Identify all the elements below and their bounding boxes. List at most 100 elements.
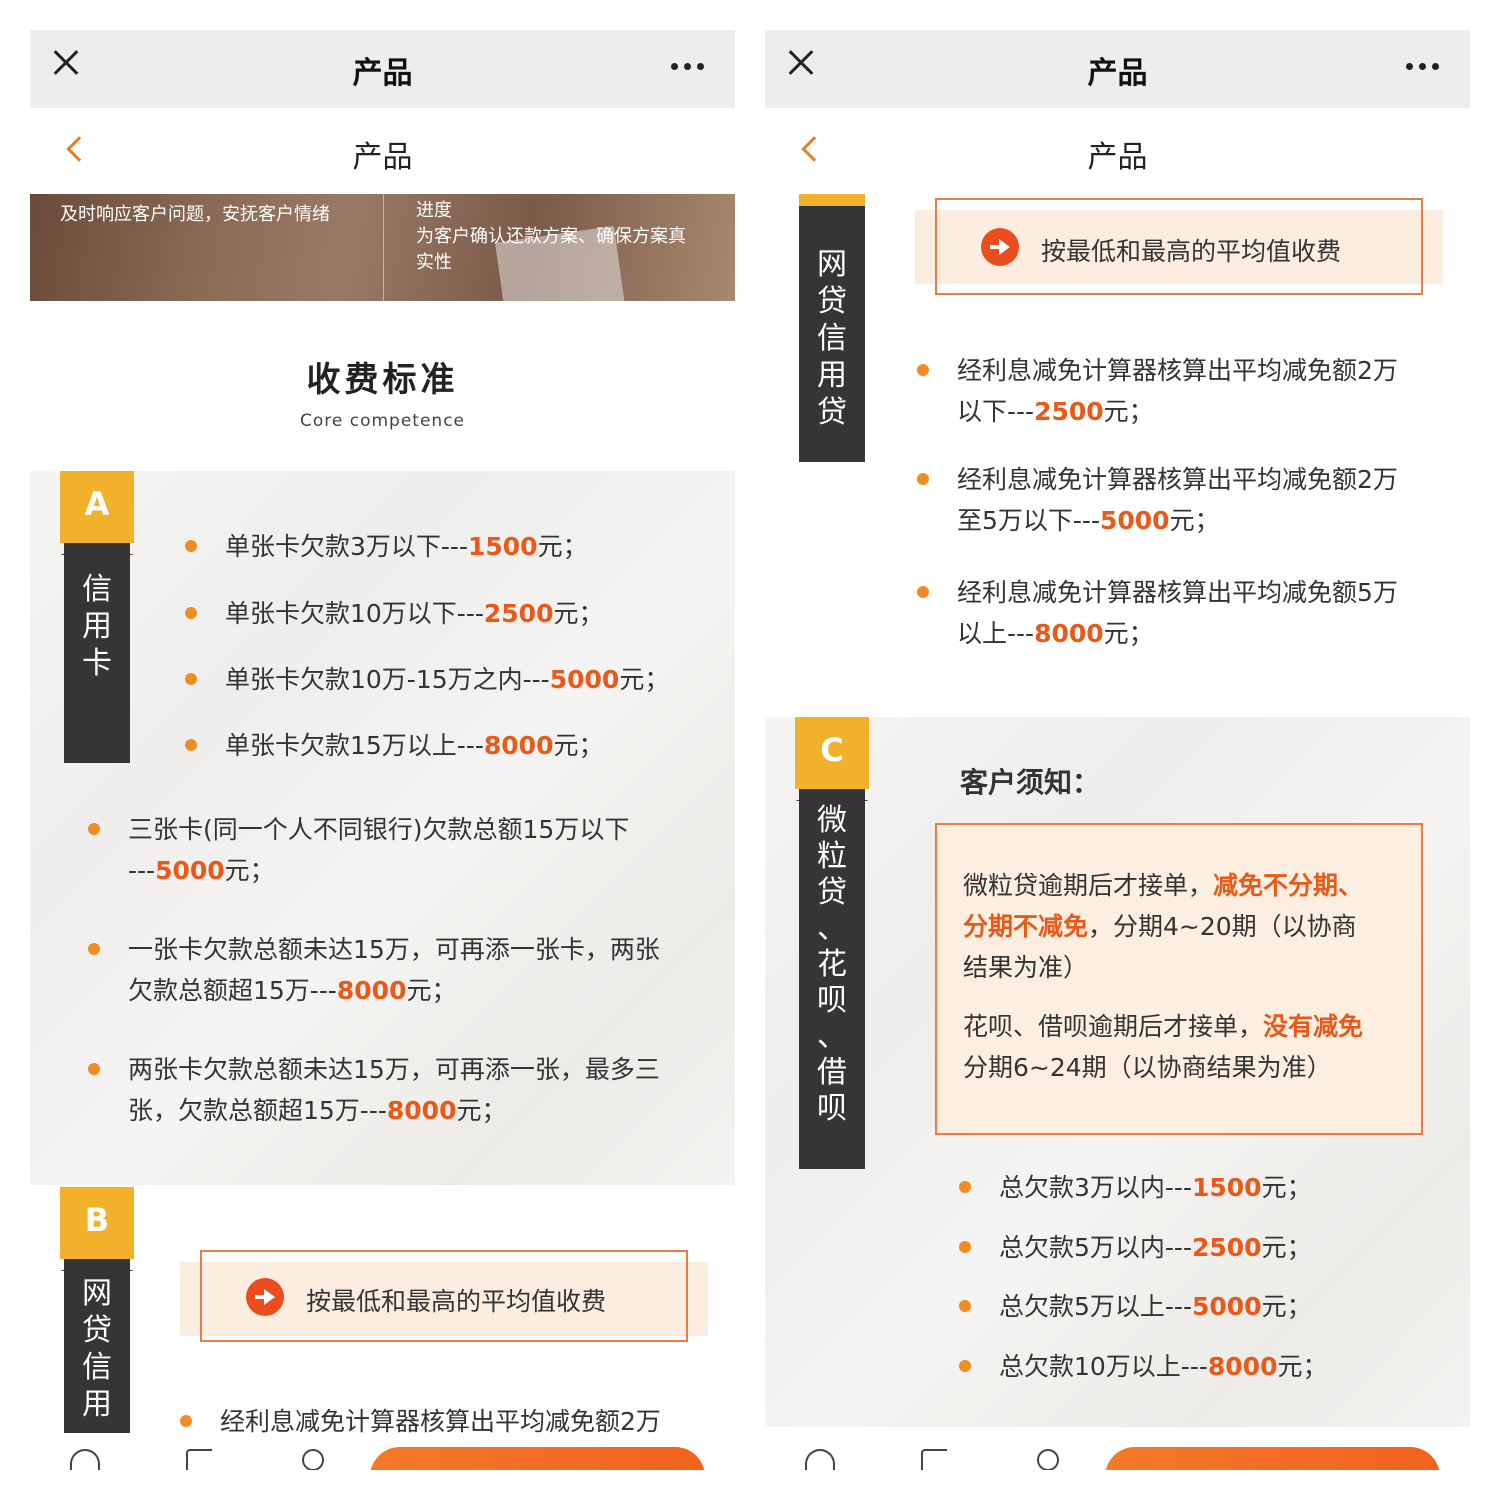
contact-button[interactable] bbox=[1105, 1447, 1440, 1470]
item-text: 经利息减免计算器核算出平均减免额2万 bbox=[957, 356, 1398, 385]
item-amount: 1500 bbox=[1191, 1173, 1262, 1202]
item-amount: 2500 bbox=[483, 599, 554, 628]
notice-line: 分期6~24期（以协商结果为准） bbox=[963, 1053, 1332, 1082]
tab-char: 信 bbox=[817, 321, 847, 356]
chat-icon[interactable] bbox=[302, 1449, 324, 1470]
list-item: 两张卡欠款总额未达15万，可再添一张，最多三 张，欠款总额超15万---8000… bbox=[88, 1049, 708, 1131]
arrow-right-icon bbox=[981, 228, 1019, 266]
item-amount: 8000 bbox=[483, 731, 554, 760]
bullet-dot bbox=[917, 473, 929, 485]
item-amount: 8000 bbox=[1207, 1352, 1278, 1381]
bullet-dot bbox=[185, 673, 197, 685]
share-icon[interactable] bbox=[921, 1449, 947, 1470]
notice-highlight: 分期不减免 bbox=[963, 912, 1089, 941]
item-unit: 元； bbox=[619, 665, 670, 694]
page-title: 产品 bbox=[352, 140, 413, 175]
fee-box: 按最低和最高的平均值收费 bbox=[935, 198, 1423, 295]
tab-char: 网 bbox=[817, 247, 847, 282]
home-icon[interactable] bbox=[70, 1449, 100, 1470]
bullet-dot bbox=[959, 1181, 971, 1193]
bullet-dot bbox=[180, 1415, 192, 1427]
list-item: 单张卡欠款3万以下---1500元； bbox=[185, 526, 588, 567]
contact-button[interactable] bbox=[370, 1447, 705, 1470]
item-amount: 8000 bbox=[1034, 619, 1104, 648]
hero-banner: 及时响应客户问题，安抚客户情绪 进度 为客户确认还款方案、确保方案真 实性 bbox=[30, 194, 735, 301]
tab-char: 贷 bbox=[817, 395, 847, 430]
item-text: 单张卡欠款10万-15万之内--- bbox=[225, 665, 550, 694]
list-item: 经利息减免计算器核算出平均减免额2万 至5万以下---5000元； bbox=[917, 459, 1437, 541]
fee-text: 按最低和最高的平均值收费 bbox=[1041, 237, 1342, 266]
list-item: 总欠款5万以内---2500元； bbox=[959, 1227, 1312, 1268]
item-text: 欠款总额超15万--- bbox=[128, 976, 337, 1005]
tab-char: 花 bbox=[817, 947, 847, 982]
item-text: --- bbox=[128, 856, 156, 885]
item-text: 三张卡(同一个人不同银行)欠款总额15万以下 bbox=[128, 815, 630, 844]
tab-char: 借 bbox=[817, 1055, 847, 1090]
page-title: 产品 bbox=[1087, 140, 1148, 175]
item-amount: 1500 bbox=[467, 532, 538, 561]
bullet-dot bbox=[185, 739, 197, 751]
item-unit: 元； bbox=[1261, 1173, 1312, 1202]
page-header: 产品 bbox=[30, 108, 735, 194]
bullet-dot bbox=[88, 1063, 100, 1075]
item-amount: 5000 bbox=[1191, 1292, 1262, 1321]
notice-text: 花呗、借呗逾期后才接单， bbox=[963, 1012, 1264, 1041]
bullet-dot bbox=[959, 1241, 971, 1253]
item-text: 两张卡欠款总额未达15万，可再添一张，最多三 bbox=[128, 1055, 660, 1084]
bullet-dot bbox=[185, 607, 197, 619]
tab-char: 微 bbox=[817, 803, 847, 838]
tab-char: 信 bbox=[82, 572, 112, 607]
tab-char: 呗 bbox=[817, 983, 847, 1018]
arrow-right-icon bbox=[246, 1278, 284, 1316]
list-item: 总欠款10万以上---8000元； bbox=[959, 1346, 1328, 1387]
tab-char: 用 bbox=[817, 358, 847, 393]
tab-char: 信 bbox=[82, 1350, 112, 1385]
fee-box: 按最低和最高的平均值收费 bbox=[200, 1250, 688, 1342]
notice-text: ，分期4~20期（以协商 bbox=[1088, 912, 1357, 941]
share-icon[interactable] bbox=[186, 1449, 212, 1470]
home-icon[interactable] bbox=[805, 1449, 835, 1470]
item-text: 总欠款3万以内--- bbox=[999, 1173, 1192, 1202]
list-item: 总欠款5万以上---5000元； bbox=[959, 1286, 1312, 1327]
item-unit: 元； bbox=[224, 856, 275, 885]
item-text: 以下--- bbox=[957, 397, 1035, 426]
hero-right-text-2: 为客户确认还款方案、确保方案真 bbox=[416, 226, 686, 247]
tab-char: 贷 bbox=[817, 875, 847, 910]
item-unit: 元； bbox=[406, 976, 457, 1005]
tab-letter-b: B bbox=[60, 1187, 134, 1271]
hero-left-text: 及时响应客户问题，安抚客户情绪 bbox=[60, 204, 330, 225]
chat-icon[interactable] bbox=[1037, 1449, 1059, 1470]
bullet-dot bbox=[959, 1360, 971, 1372]
wechat-title: 产品 bbox=[1087, 56, 1148, 91]
list-item: 单张卡欠款10万-15万之内---5000元； bbox=[185, 659, 669, 700]
item-unit: 元； bbox=[553, 731, 604, 760]
bullet-dot bbox=[917, 586, 929, 598]
list-item: 单张卡欠款15万以上---8000元； bbox=[185, 725, 604, 766]
wechat-title-bar: 产品 bbox=[30, 30, 735, 108]
item-amount: 5000 bbox=[155, 856, 225, 885]
more-icon[interactable] bbox=[671, 63, 705, 71]
tab-letter-a: A bbox=[60, 471, 134, 555]
item-unit: 元； bbox=[1261, 1292, 1312, 1321]
more-icon[interactable] bbox=[1406, 63, 1440, 71]
list-item: 总欠款3万以内---1500元； bbox=[959, 1167, 1312, 1208]
bullet-dot bbox=[88, 823, 100, 835]
hero-divider bbox=[383, 194, 384, 301]
section-title: 收费标准 bbox=[306, 360, 459, 400]
bullet-dot bbox=[185, 540, 197, 552]
tab-char: 网 bbox=[82, 1276, 112, 1311]
item-unit: 元； bbox=[537, 532, 588, 561]
item-amount: 2500 bbox=[1191, 1233, 1262, 1262]
item-unit: 元； bbox=[1103, 619, 1154, 648]
tab-label-online-loan: 网 贷 信 用 bbox=[64, 1259, 130, 1459]
bullet-dot bbox=[917, 364, 929, 376]
notice-highlight: 减免不分期、 bbox=[1213, 871, 1364, 900]
tab-char: 粒 bbox=[817, 839, 847, 874]
notice-line: 微粒贷逾期后才接单，减免不分期、 bbox=[963, 865, 1363, 906]
tab-char: 用 bbox=[82, 609, 112, 644]
page-header: 产品 bbox=[765, 108, 1470, 194]
tab-label-credit-card: 信 用 卡 bbox=[64, 543, 130, 763]
item-text: 单张卡欠款10万以下--- bbox=[225, 599, 484, 628]
item-amount: 8000 bbox=[336, 976, 407, 1005]
bullet-dot bbox=[959, 1300, 971, 1312]
